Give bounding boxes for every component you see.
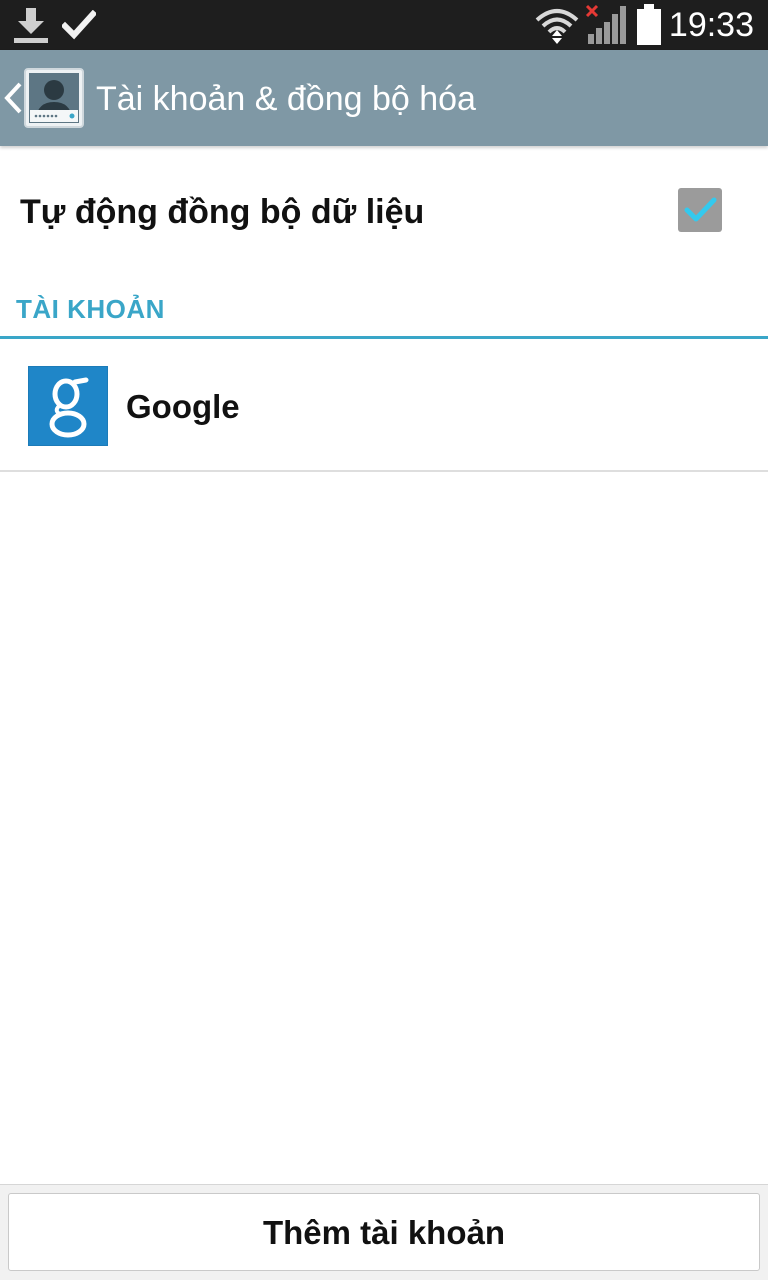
section-title: TÀI KHOẢN [16,294,165,324]
auto-sync-label: Tự động đồng bộ dữ liệu [20,193,425,231]
wifi-icon [534,6,580,46]
add-account-label: Thêm tài khoản [262,1214,506,1251]
page-title: Tài khoản & đồng bộ hóa [96,80,476,118]
account-item-google[interactable]: Google [0,340,768,472]
google-icon [28,366,108,446]
bottom-bar: Thêm tài khoản [0,1184,768,1280]
download-icon [14,8,48,44]
checkmark-icon [684,197,717,222]
accounts-section-header: TÀI KHOẢN [0,278,768,340]
list-divider [0,470,768,472]
add-account-button[interactable]: Thêm tài khoản [8,1193,760,1271]
account-label: Google [126,388,240,425]
back-chevron-icon[interactable] [2,80,24,116]
accounts-icon[interactable] [24,68,84,128]
section-divider [0,336,768,339]
clock: 19:33 [668,6,754,44]
auto-sync-checkbox[interactable] [678,188,722,232]
status-bar: 19:33 [0,0,768,50]
auto-sync-row[interactable]: Tự động đồng bộ dữ liệu [0,146,768,278]
signal-icon [584,4,628,46]
battery-icon [636,4,662,46]
action-bar: Tài khoản & đồng bộ hóa [0,50,768,146]
check-icon [60,9,98,40]
